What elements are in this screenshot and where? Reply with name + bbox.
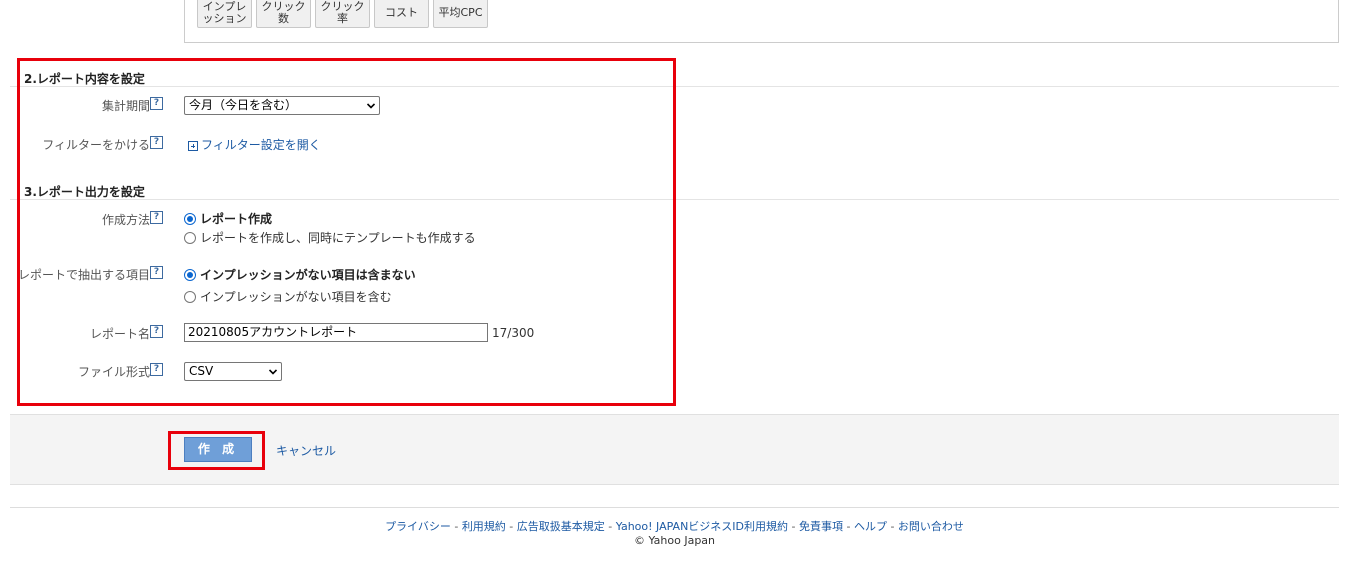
copyright: © Yahoo Japan — [633, 534, 716, 547]
footer-links: プライバシー - 利用規約 - 広告取扱基本規定 - Yahoo! JAPANビ… — [385, 520, 964, 533]
footer-link-contact[interactable]: お問い合わせ — [898, 520, 964, 533]
column-chip-ctr[interactable]: クリック 率 — [315, 0, 370, 28]
footer-divider — [10, 507, 1339, 508]
column-chip-clicks[interactable]: クリック 数 — [256, 0, 311, 28]
footer-link-ad-policy[interactable]: 広告取扱基本規定 — [517, 520, 605, 533]
footer-link-help[interactable]: ヘルプ — [854, 520, 887, 533]
highlight-box-create — [168, 431, 265, 470]
footer-link-privacy[interactable]: プライバシー — [385, 520, 451, 533]
column-chip-avg-cpc[interactable]: 平均CPC — [433, 0, 488, 28]
highlight-box-settings — [17, 58, 676, 406]
column-chip-impressions[interactable]: インプレ ッション — [197, 0, 252, 28]
column-chip-cost[interactable]: コスト — [374, 0, 429, 28]
cancel-link[interactable]: キャンセル — [276, 442, 336, 459]
footer-link-disclaimer[interactable]: 免責事項 — [799, 520, 843, 533]
footer-link-business-id-terms[interactable]: Yahoo! JAPANビジネスID利用規約 — [616, 520, 788, 533]
selected-columns-box: インプレ ッション クリック 数 クリック 率 コスト 平均CPC — [184, 0, 1339, 43]
footer-link-terms[interactable]: 利用規約 — [462, 520, 506, 533]
